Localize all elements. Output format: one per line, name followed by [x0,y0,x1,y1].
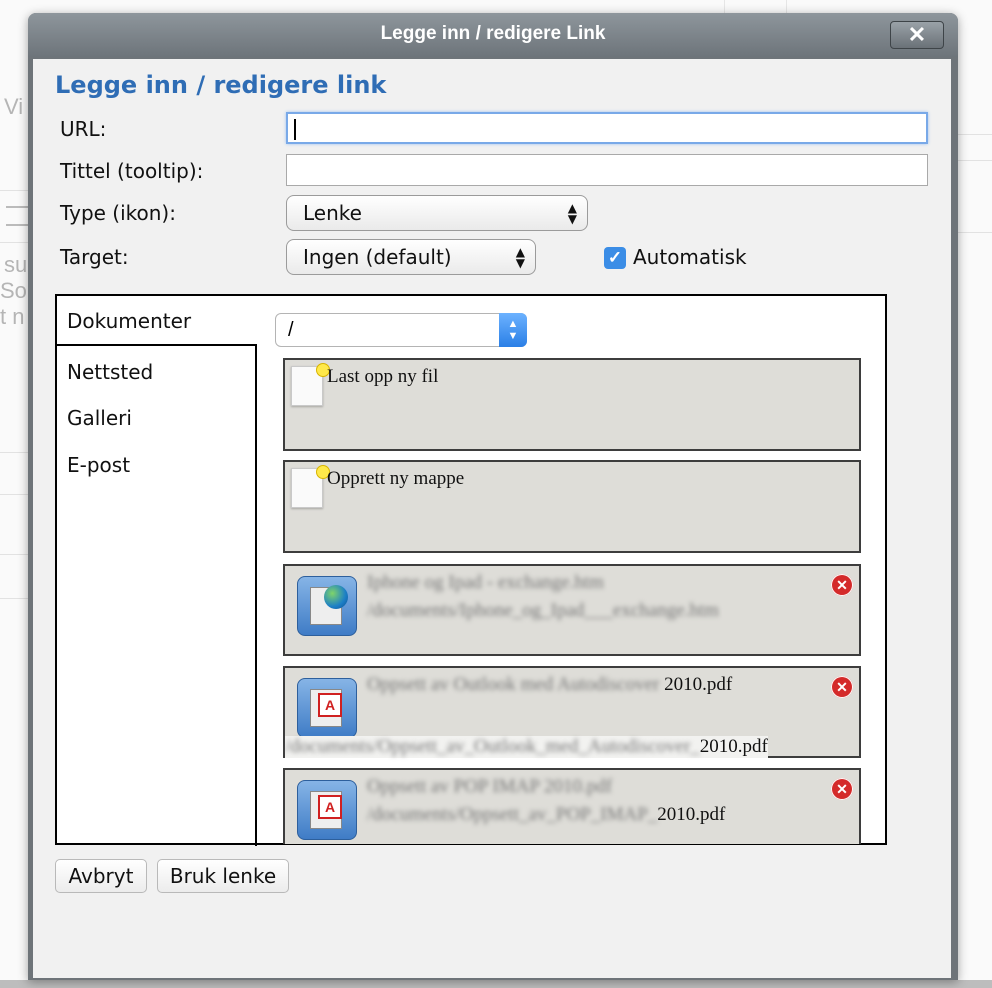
upload-item[interactable]: Last opp ny fil [283,358,861,451]
close-button[interactable]: ✕ [890,21,944,49]
divider [0,242,30,243]
cancel-button[interactable]: Avbryt [55,859,147,893]
file-name: Oppsett av Outlook med Autodiscover 2010… [367,674,733,695]
type-label: Type (ikon): [60,201,176,225]
background-text: t n [0,304,25,329]
file-list: Last opp ny fil Opprett ny mappe Iphone … [283,358,863,844]
type-selected-value: Lenke [303,201,362,225]
divider [0,190,30,191]
upload-label: Last opp ny fil [327,366,439,387]
divider [958,134,992,135]
divider [0,494,30,495]
link-dialog: Legge inn / redigere Link ✕ Legge inn / … [28,13,958,980]
file-item[interactable]: A Oppsett av POP IMAP 2010.pdf /document… [283,768,861,844]
dialog-heading: Legge inn / redigere link [55,71,387,99]
title-input[interactable] [286,154,928,186]
title-label: Tittel (tooltip): [60,159,204,183]
new-folder-item[interactable]: Opprett ny mappe [283,460,861,553]
delete-icon[interactable]: ✕ [831,574,853,596]
pdf-document-icon: A [297,780,357,840]
background-text: Vi [4,94,24,119]
path-select[interactable]: / ▲ ▼ [275,313,527,347]
select-arrows-icon: ▲ ▼ [567,201,577,226]
divider [0,452,30,453]
target-label: Target: [60,245,129,269]
tab-galleri[interactable]: Galleri [67,406,132,430]
text-caret [294,119,296,140]
file-name: Iphone og Ipad - exchange.htm [367,572,604,593]
tab-dokumenter[interactable]: Dokumenter [67,309,191,333]
divider [958,160,992,161]
tab-divider-line [255,346,257,846]
file-path: /documents/Iphone_og_Ipad___exchange.htm [367,600,719,621]
delete-icon[interactable]: ✕ [831,676,853,698]
dialog-title: Legge inn / redigere Link [380,23,606,44]
pdf-document-icon: A [297,678,357,738]
target-selected-value: Ingen (default) [303,245,452,269]
close-icon: ✕ [907,22,927,47]
new-folder-icon [291,465,330,508]
tab-nettsted[interactable]: Nettsted [67,360,153,384]
url-input[interactable] [286,112,928,144]
url-label: URL: [60,117,107,141]
tab-e-post[interactable]: E-post [67,453,130,477]
background-strip [0,980,992,988]
browser-panel: Dokumenter Nettsted Galleri E-post / ▲ ▼ … [55,294,887,846]
new-file-icon [291,363,330,406]
select-arrows-icon: ▲ ▼ [515,245,525,270]
automatic-label: Automatisk [633,245,747,269]
background-text: su [4,252,28,277]
align-icon [6,206,28,226]
apply-link-button[interactable]: Bruk lenke [157,859,289,893]
automatic-checkbox[interactable]: ✓ [604,247,626,269]
divider [0,598,30,599]
file-path: /documents/Oppsett_av_Outlook_med_Autodi… [285,736,768,758]
divider [958,232,992,233]
type-select[interactable]: Lenke ▲ ▼ [286,195,588,231]
file-item[interactable]: Iphone og Ipad - exchange.htm /documents… [283,564,861,656]
new-folder-label: Opprett ny mappe [327,468,465,489]
delete-icon[interactable]: ✕ [831,778,853,800]
web-document-icon [297,576,357,636]
background-text: So [0,278,27,303]
path-value: / [288,319,294,341]
chevron-updown-icon: ▲ ▼ [499,313,527,347]
divider [0,554,30,555]
dialog-titlebar: Legge inn / redigere Link [28,13,958,57]
file-name: Oppsett av POP IMAP 2010.pdf [367,776,613,797]
tab-divider-line [57,344,257,346]
dialog-content: Legge inn / redigere link URL: Tittel (t… [33,59,951,978]
file-path: /documents/Oppsett_av_POP_IMAP_2010.pdf [367,804,726,825]
target-select[interactable]: Ingen (default) ▲ ▼ [286,239,536,275]
